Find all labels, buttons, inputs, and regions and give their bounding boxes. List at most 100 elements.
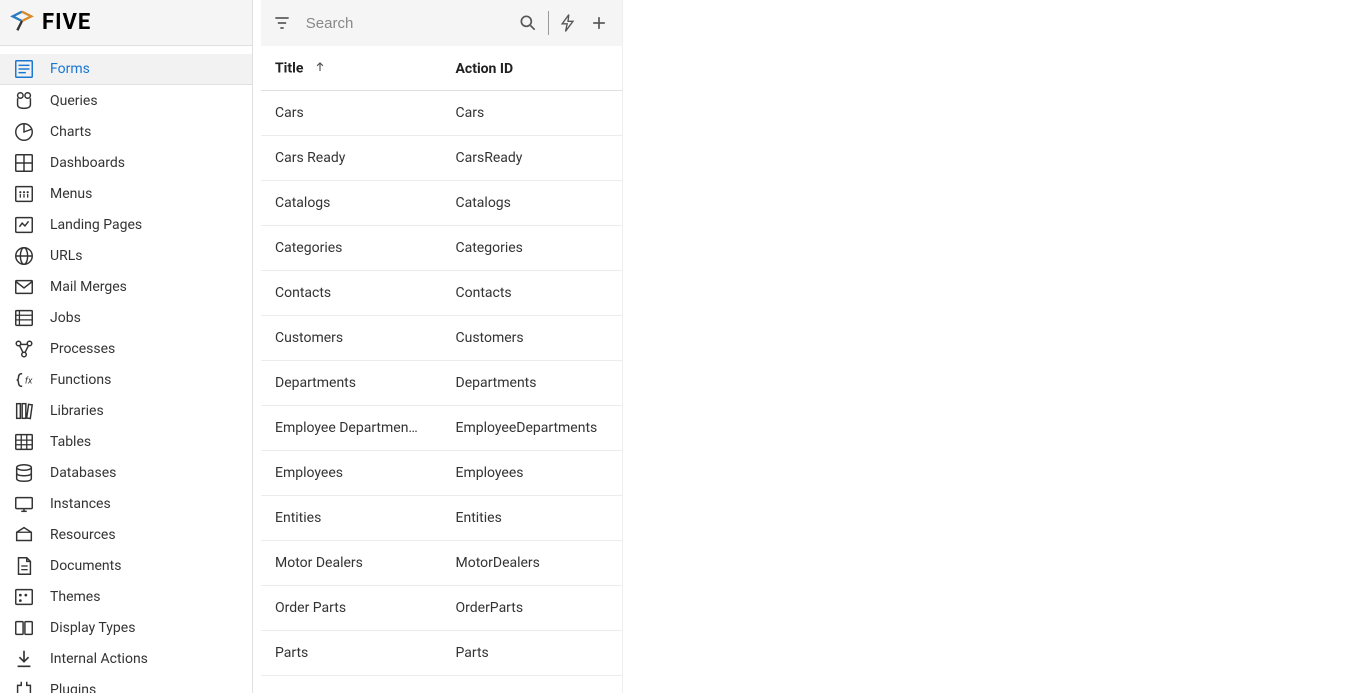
sidebar-item-charts[interactable]: Charts [0,116,252,147]
sidebar-item-label: Landing Pages [50,217,142,233]
cell-title: Order Parts [261,586,442,631]
sidebar-item-dashboards[interactable]: Dashboards [0,147,252,178]
cell-title: Cars [261,91,442,136]
database-icon [12,461,36,485]
cell-actionid: Categories [442,226,623,271]
list-toolbar [261,0,622,46]
sidebar-item-menus[interactable]: Menus [0,178,252,209]
sidebar-item-resources[interactable]: Resources [0,519,252,550]
toolbar-divider [548,11,549,35]
table-row[interactable]: EmployeesEmployees [261,451,622,496]
process-icon [12,337,36,361]
table-row[interactable]: CatalogsCatalogs [261,181,622,226]
document-icon [12,554,36,578]
cell-actionid: CarsReady [442,136,623,181]
cell-title: Parts [261,631,442,676]
logo-icon [8,7,36,39]
forms-table: Title Action ID CarsCarsCars ReadyCarsRe… [261,46,622,676]
sidebar-item-functions[interactable]: Functions [0,364,252,395]
sidebar-item-libraries[interactable]: Libraries [0,395,252,426]
sidebar-item-processes[interactable]: Processes [0,333,252,364]
cell-actionid: EmployeeDepartments [442,406,623,451]
sidebar-item-tables[interactable]: Tables [0,426,252,457]
quick-action-button[interactable] [554,7,581,39]
cell-actionid: Contacts [442,271,623,316]
column-header-title[interactable]: Title [261,46,442,91]
sidebar-item-label: Forms [50,61,90,77]
sidebar-item-label: Libraries [50,403,104,419]
cell-title: Customers [261,316,442,361]
table-row[interactable]: ContactsContacts [261,271,622,316]
table-row[interactable]: Order PartsOrderParts [261,586,622,631]
table-row[interactable]: Employee Departmen…EmployeeDepartments [261,406,622,451]
table-row[interactable]: Cars ReadyCarsReady [261,136,622,181]
table-row[interactable]: EntitiesEntities [261,496,622,541]
table-row[interactable]: DepartmentsDepartments [261,361,622,406]
sidebar-item-plugins[interactable]: Plugins [0,674,252,693]
sidebar-item-label: Plugins [50,682,96,693]
table-row[interactable]: CustomersCustomers [261,316,622,361]
sidebar-item-display-types[interactable]: Display Types [0,612,252,643]
cell-actionid: Parts [442,631,623,676]
search-input[interactable] [300,11,511,36]
cell-actionid: Cars [442,91,623,136]
plugin-icon [12,678,36,693]
sidebar-item-label: Queries [50,93,98,109]
sidebar-item-label: Mail Merges [50,279,127,295]
display-type-icon [12,616,36,640]
sidebar-item-mail-merges[interactable]: Mail Merges [0,271,252,302]
internal-action-icon [12,647,36,671]
resource-icon [12,523,36,547]
sidebar-item-label: Dashboards [50,155,125,171]
sidebar-item-urls[interactable]: URLs [0,240,252,271]
sidebar-item-landing-pages[interactable]: Landing Pages [0,209,252,240]
sidebar-item-jobs[interactable]: Jobs [0,302,252,333]
function-icon [12,368,36,392]
column-header-actionid[interactable]: Action ID [442,46,623,91]
add-button[interactable] [585,7,612,39]
sidebar-item-forms[interactable]: Forms [0,54,252,85]
sidebar-item-label: Documents [50,558,121,574]
dashboard-icon [12,151,36,175]
landing-page-icon [12,213,36,237]
sidebar-item-label: Internal Actions [50,651,148,667]
table-icon [12,430,36,454]
cell-title: Employee Departmen… [261,406,442,451]
sidebar-item-label: Themes [50,589,100,605]
sidebar-item-internal-actions[interactable]: Internal Actions [0,643,252,674]
sidebar-item-label: Processes [50,341,115,357]
sidebar-item-label: Tables [50,434,91,450]
list-panel: Title Action ID CarsCarsCars ReadyCarsRe… [261,0,623,693]
library-icon [12,399,36,423]
table-row[interactable]: PartsParts [261,631,622,676]
sidebar-item-label: Jobs [50,310,81,326]
cell-actionid: OrderParts [442,586,623,631]
cell-actionid: Catalogs [442,181,623,226]
search-button[interactable] [515,7,542,39]
sidebar-item-label: Menus [50,186,92,202]
sidebar-item-themes[interactable]: Themes [0,581,252,612]
filter-button[interactable] [269,7,296,39]
cell-actionid: Entities [442,496,623,541]
sidebar-item-label: Functions [50,372,111,388]
column-header-actionid-label: Action ID [456,61,514,77]
sidebar-item-databases[interactable]: Databases [0,457,252,488]
cell-title: Entities [261,496,442,541]
table-scroll[interactable]: Title Action ID CarsCarsCars ReadyCarsRe… [261,46,622,693]
logo-text: FIVE [42,10,91,35]
logo-bar: FIVE [0,0,252,46]
theme-icon [12,585,36,609]
cell-title: Employees [261,451,442,496]
sidebar-item-queries[interactable]: Queries [0,85,252,116]
instance-icon [12,492,36,516]
menu-icon [12,182,36,206]
table-row[interactable]: CategoriesCategories [261,226,622,271]
sidebar-item-instances[interactable]: Instances [0,488,252,519]
table-row[interactable]: CarsCars [261,91,622,136]
url-icon [12,244,36,268]
table-row[interactable]: Motor DealersMotorDealers [261,541,622,586]
sidebar-item-documents[interactable]: Documents [0,550,252,581]
sidebar-item-label: Instances [50,496,111,512]
cell-title: Departments [261,361,442,406]
sidebar: FIVE Forms Queries Charts Dashboards Menus La… [0,0,253,693]
